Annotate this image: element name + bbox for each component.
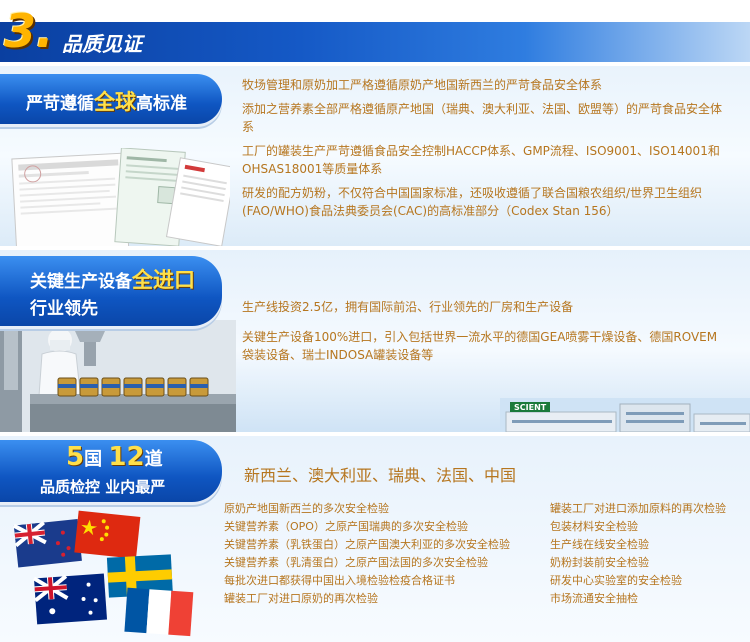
australia-flag-icon bbox=[32, 573, 108, 625]
standards-paragraph-4: 研发的配方奶粉，不仅符合中国国家标准，还吸收遵循了联合国粮农组织/世界卫生组织(… bbox=[242, 186, 703, 218]
nz-flag-icon bbox=[12, 518, 82, 568]
section-number: 3. bbox=[4, 4, 54, 58]
tag-highlight: 全进口 bbox=[132, 268, 195, 292]
countries-list: 新西兰、澳大利亚、瑞典、法国、中国 bbox=[244, 466, 517, 485]
inspection-tag-line1: 5国 12道 bbox=[66, 442, 163, 472]
france-flag-icon bbox=[124, 587, 194, 637]
tag-prefix: 严苛遵循 bbox=[26, 94, 94, 114]
list-item: 研发中心实验室的安全检验 bbox=[550, 574, 682, 587]
equipment-tag-line2: 行业领先 bbox=[30, 299, 98, 319]
tag-number-1: 5 bbox=[66, 442, 85, 472]
equipment-text: 生产线投资2.5亿，拥有国际前沿、行业领先的厂房和生产设备 关键生产设备100%… bbox=[242, 298, 722, 370]
equipment-section: 关键生产设备全进口 行业领先 生产线投资2.5亿，拥有国际前沿、行业领先的厂房和… bbox=[0, 250, 750, 432]
standards-paragraph-2: 添加之营养素全部严格遵循原产地国（瑞典、澳大利亚、法国、欧盟等）的严苛食品安全体… bbox=[242, 102, 723, 134]
list-item: 生产线在线安全检验 bbox=[550, 538, 649, 551]
section-title: 品质见证 bbox=[62, 32, 142, 56]
tag-number-2: 12 bbox=[108, 442, 145, 472]
factory-sign: SCIENT bbox=[514, 403, 547, 412]
list-item: 关键营养素（OPO）之原产国瑞典的多次安全检验 bbox=[224, 520, 468, 533]
china-flag-icon bbox=[74, 510, 141, 559]
inspection-list-right: 罐装工厂对进口添加原料的再次检验 包装材料安全检验 生产线在线安全检验 奶粉封装… bbox=[550, 500, 750, 608]
inspection-section: 5国 12道 品质检控 业内最严 新西兰、澳大利亚、瑞典、法国、中国 原奶产地国… bbox=[0, 436, 750, 642]
tag-char-2: 道 bbox=[144, 449, 163, 470]
tag-prefix: 关键生产设备 bbox=[30, 272, 132, 292]
list-item: 关键营养素（乳铁蛋白）之原产国澳大利亚的多次安全检验 bbox=[224, 538, 510, 551]
equipment-tag-line1: 关键生产设备全进口 bbox=[30, 264, 195, 294]
standards-text: 牧场管理和原奶加工严格遵循原奶产地国新西兰的严苛食品安全体系 添加之营养素全部严… bbox=[242, 76, 732, 226]
production-line-image bbox=[0, 320, 236, 432]
standards-tag: 严苛遵循全球高标准 bbox=[0, 74, 222, 124]
inspection-tag: 5国 12道 品质检控 业内最严 bbox=[0, 440, 222, 502]
list-item: 每批次进口都获得中国出入境检验检疫合格证书 bbox=[224, 574, 455, 587]
page: 3. 品质见证 严苛遵循全球高标准 牧场管理和原奶加工严格遵循原奶产地国新西兰的… bbox=[0, 0, 750, 642]
standards-section: 严苛遵循全球高标准 牧场管理和原奶加工严格遵循原奶产地国新西兰的严苛食品安全体系… bbox=[0, 66, 750, 246]
tag-char-1: 国 bbox=[84, 449, 103, 470]
standards-paragraph-1: 牧场管理和原奶加工严格遵循原奶产地国新西兰的严苛食品安全体系 bbox=[242, 78, 603, 92]
standards-paragraph-3: 工厂的罐装生产严苛遵循食品安全控制HACCP体系、GMP流程、ISO9001、I… bbox=[242, 144, 720, 176]
equipment-paragraph-2: 关键生产设备100%进口，引入包括世界一流水平的德国GEA喷雾干燥设备、德国RO… bbox=[242, 330, 718, 362]
list-item: 关键营养素（乳清蛋白）之原产国法国的多次安全检验 bbox=[224, 556, 488, 569]
list-item: 包装材料安全检验 bbox=[550, 520, 638, 533]
tag-highlight: 全球 bbox=[94, 90, 136, 114]
equipment-paragraph-1: 生产线投资2.5亿，拥有国际前沿、行业领先的厂房和生产设备 bbox=[242, 300, 574, 314]
list-item: 市场流通安全抽检 bbox=[550, 592, 638, 605]
factory-image: SCIENT bbox=[500, 398, 750, 432]
list-item: 原奶产地国新西兰的多次安全检验 bbox=[224, 502, 389, 515]
list-item: 罐装工厂对进口原奶的再次检验 bbox=[224, 592, 378, 605]
standards-tag-text: 严苛遵循全球高标准 bbox=[26, 86, 187, 116]
inspection-tag-line2: 品质检控 业内最严 bbox=[40, 478, 166, 496]
list-item: 奶粉封装前安全检验 bbox=[550, 556, 649, 569]
certificate-image bbox=[11, 148, 230, 246]
equipment-tag: 关键生产设备全进口 行业领先 bbox=[0, 256, 222, 326]
inspection-list-left: 原奶产地国新西兰的多次安全检验 关键营养素（OPO）之原产国瑞典的多次安全检验 … bbox=[224, 500, 544, 608]
list-item: 罐装工厂对进口添加原料的再次检验 bbox=[550, 502, 726, 515]
flags-image bbox=[12, 510, 194, 637]
tag-suffix: 高标准 bbox=[136, 94, 187, 114]
